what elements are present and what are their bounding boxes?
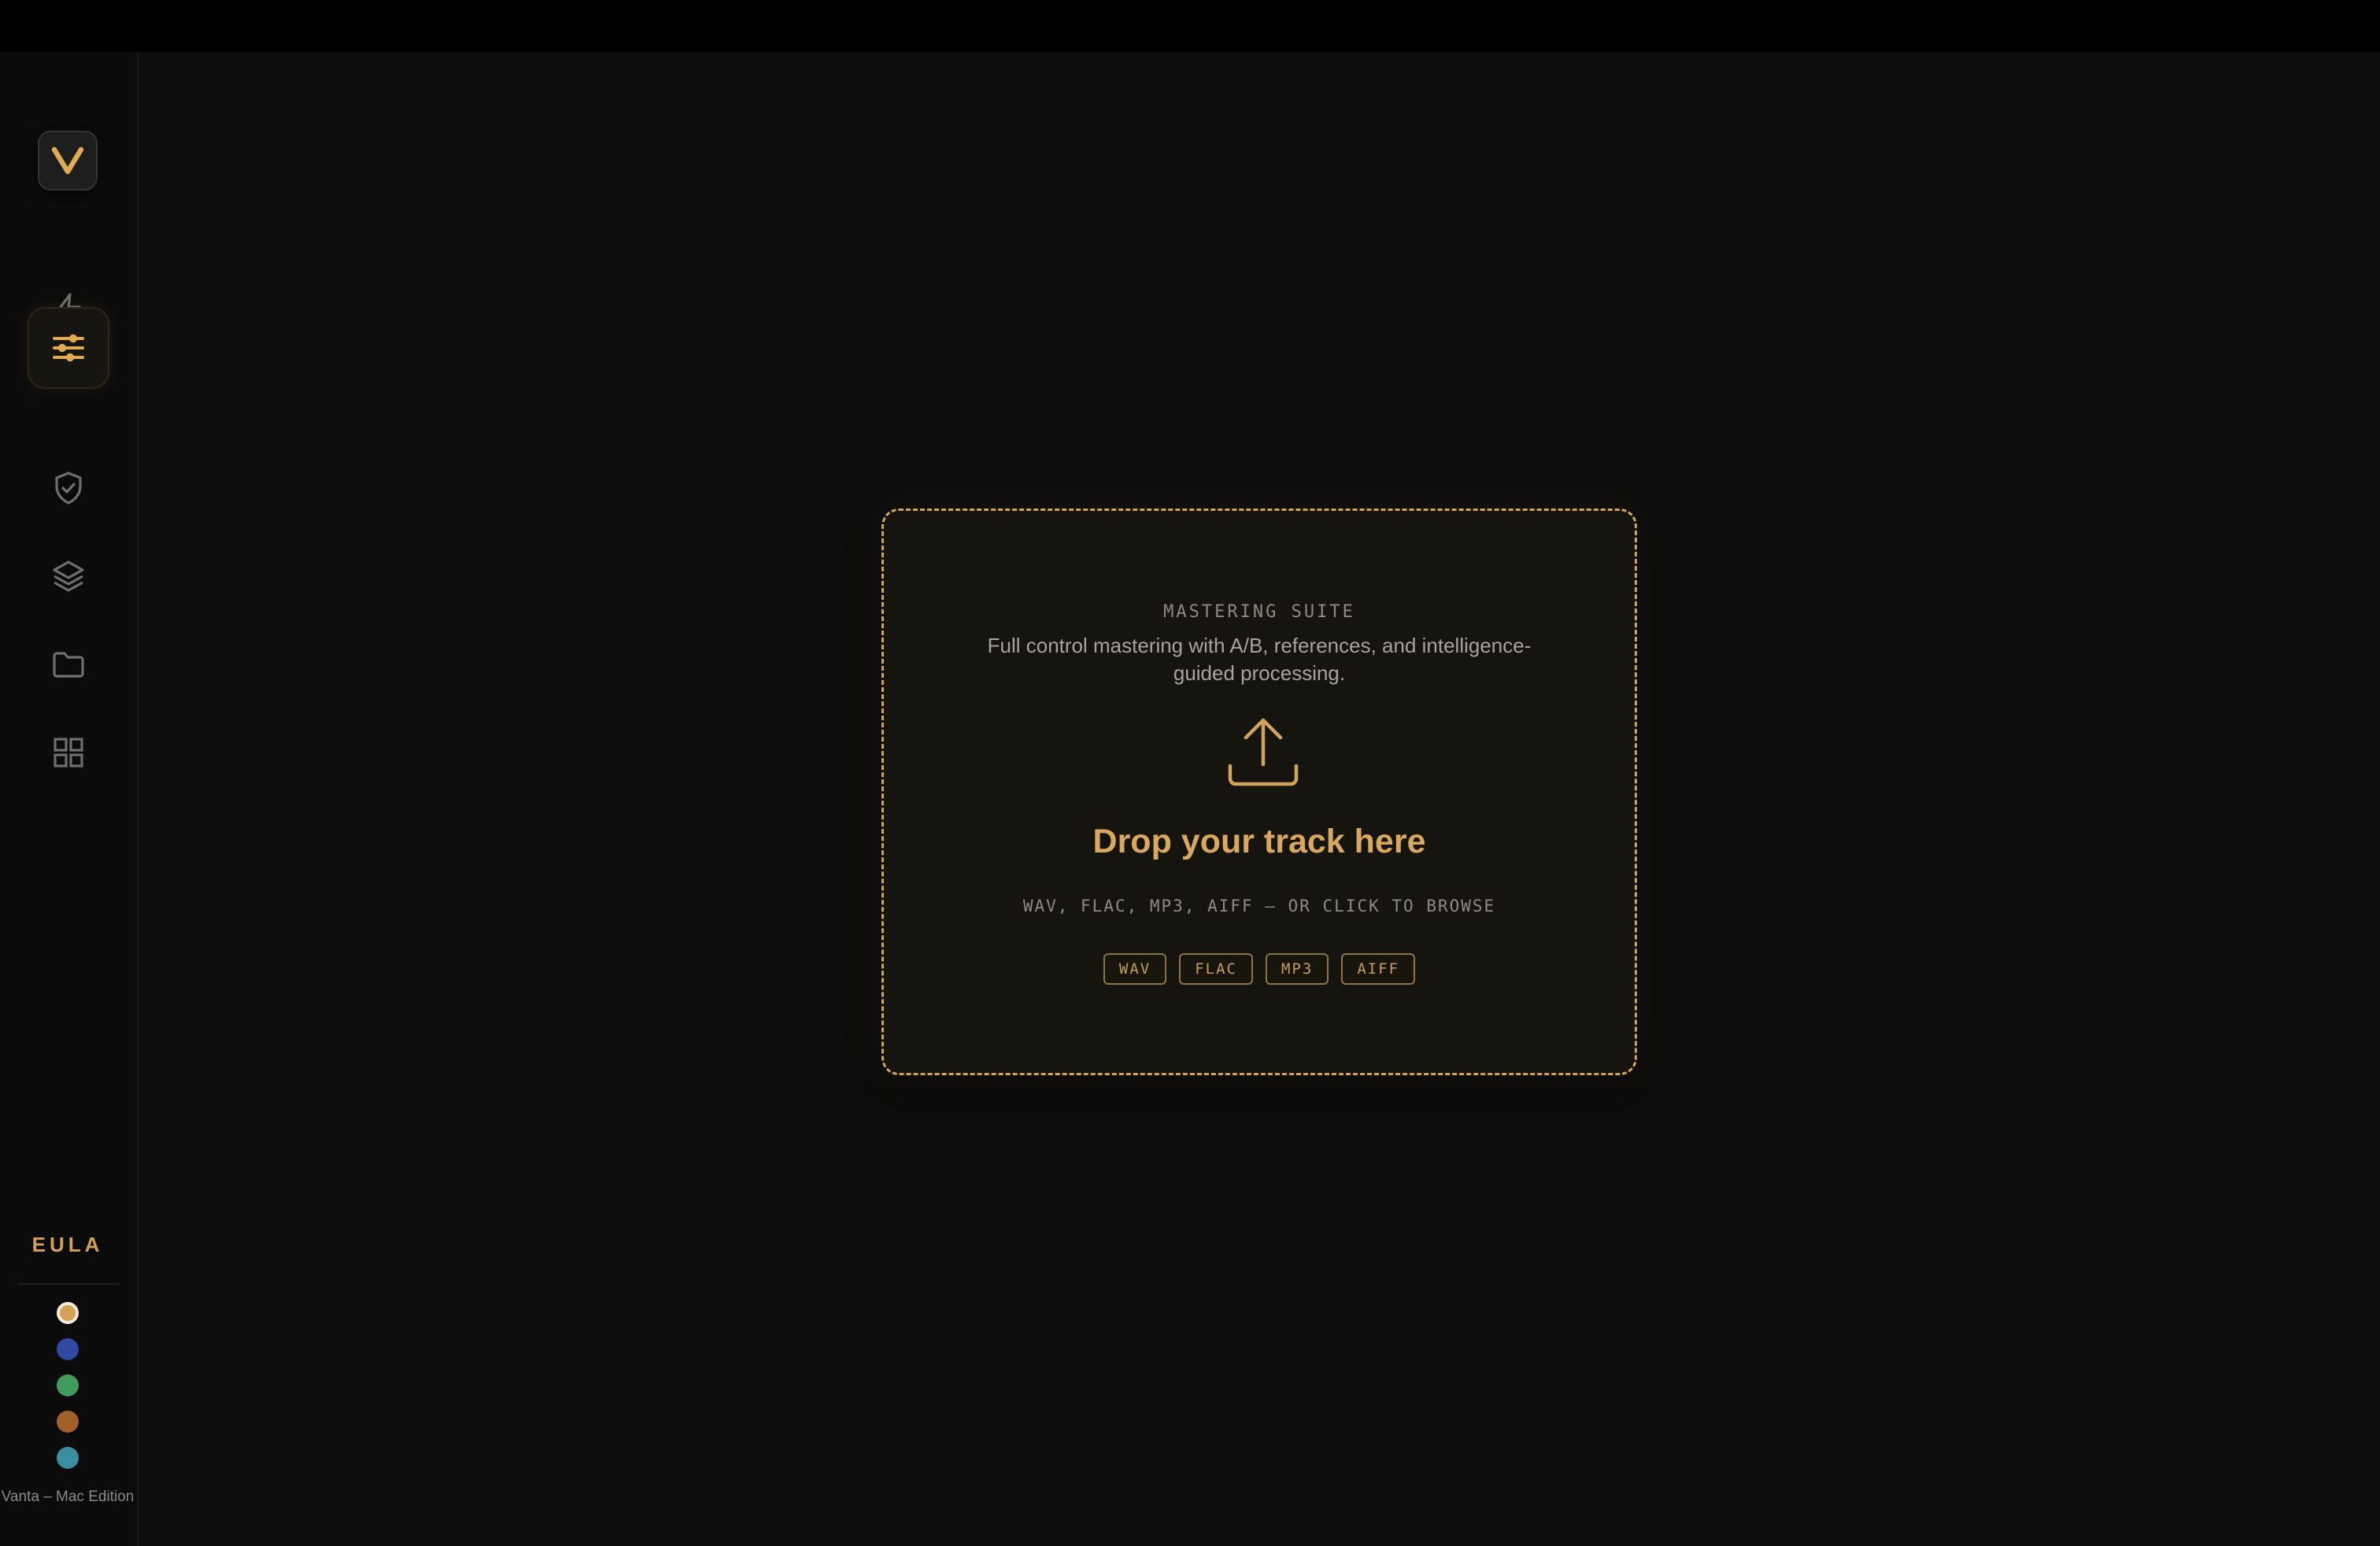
drop-headline: Drop your track here (1092, 823, 1426, 860)
sidebar-item-mastering[interactable] (28, 307, 109, 389)
suite-label: MASTERING SUITE (1163, 602, 1355, 622)
app-logo[interactable] (38, 131, 98, 190)
sidebar-item-layers[interactable] (28, 535, 109, 617)
shield-check-icon (55, 472, 82, 505)
grid-icon (54, 738, 83, 767)
theme-swatch-teal[interactable] (57, 1447, 79, 1469)
sidebar-item-protection[interactable] (28, 447, 109, 529)
upload-icon (1228, 718, 1299, 786)
format-chips: WAV FLAC MP3 AIFF (884, 953, 1635, 985)
format-chip-wav: WAV (1103, 953, 1167, 985)
format-chip-mp3: MP3 (1266, 953, 1329, 985)
brand-label: EULA (31, 1233, 104, 1256)
track-dropzone[interactable]: MASTERING SUITE Full control mastering w… (881, 509, 1637, 1075)
theme-swatch-green[interactable] (57, 1374, 79, 1396)
browse-hint: WAV, FLAC, MP3, AIFF — OR CLICK TO BROWS… (1022, 897, 1496, 915)
layers-icon (53, 560, 84, 592)
theme-swatch-copper[interactable] (57, 1411, 79, 1433)
sliders-icon (53, 334, 84, 362)
v-logo-icon (51, 146, 84, 175)
sidebar: EULA Vanta – Mac Edition (0, 52, 139, 1546)
suite-description: Full control mastering with A/B, referen… (987, 634, 1532, 685)
theme-swatch-gold[interactable] (57, 1302, 79, 1324)
sidebar-item-apps[interactable] (28, 712, 109, 793)
sidebar-item-files[interactable] (28, 623, 109, 705)
edition-label: Vanta – Mac Edition (1, 1489, 135, 1505)
window-titlebar (0, 0, 2380, 52)
sidebar-divider (17, 1283, 120, 1285)
folder-icon (53, 652, 84, 678)
theme-swatch-blue[interactable] (57, 1338, 79, 1360)
format-chip-aiff: AIFF (1341, 953, 1416, 985)
app-window: EULA Vanta – Mac Edition MASTERING SUITE… (0, 52, 2380, 1546)
format-chip-flac: FLAC (1179, 953, 1253, 985)
